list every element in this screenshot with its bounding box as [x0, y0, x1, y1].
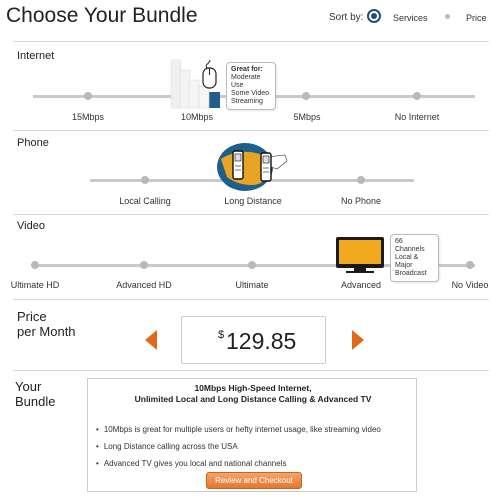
sort-option-price[interactable]: Price	[466, 13, 487, 23]
bundle-label-line: Your	[15, 379, 42, 394]
video-option-dot[interactable]	[466, 261, 474, 269]
internet-option-dot[interactable]	[84, 92, 92, 100]
tooltip-line: Some Video	[231, 90, 270, 97]
sort-option-services[interactable]: Services	[393, 13, 428, 23]
bundle-headline-line: Unlimited Local and Long Distance Callin…	[134, 394, 372, 404]
review-checkout-button[interactable]: Review and Checkout	[206, 472, 302, 489]
video-option-ultimate[interactable]: Ultimate	[207, 280, 297, 290]
divider	[13, 214, 489, 215]
video-option-none[interactable]: No Video	[425, 280, 500, 290]
tv-icon[interactable]	[334, 235, 386, 275]
price-display: $ 129.85	[181, 316, 326, 364]
sort-label: Sort by:	[329, 12, 364, 23]
sort-services-radio[interactable]	[367, 9, 381, 23]
bundle-label-line: Bundle	[15, 394, 56, 409]
internet-option-dot[interactable]	[302, 92, 310, 100]
video-option-dot[interactable]	[140, 261, 148, 269]
bundle-label: Your Bundle	[15, 379, 55, 409]
video-tooltip: 66 Channels Local & Major Broadcast	[390, 234, 439, 282]
internet-option-10mbps[interactable]: 10Mbps	[152, 112, 242, 122]
divider	[13, 41, 489, 42]
bundle-headline-line: 10Mbps High-Speed Internet,	[194, 383, 312, 393]
bundle-features-list: 10Mbps is great for multiple users or he…	[96, 421, 381, 472]
tooltip-line: Moderate Use	[231, 74, 261, 89]
tooltip-line: Broadcast	[395, 270, 427, 277]
video-option-dot[interactable]	[248, 261, 256, 269]
video-option-dot[interactable]	[31, 261, 39, 269]
phone-option-dot[interactable]	[141, 176, 149, 184]
internet-option-dot[interactable]	[413, 92, 421, 100]
tooltip-line: Local & Major	[395, 254, 419, 269]
sort-price-radio[interactable]	[445, 14, 450, 19]
internet-option-15mbps[interactable]: 15Mbps	[43, 112, 133, 122]
price-label-line: per Month	[17, 324, 76, 339]
phone-option-local[interactable]: Local Calling	[100, 196, 190, 206]
price-next-arrow-icon[interactable]	[352, 330, 364, 350]
video-option-advanced[interactable]: Advanced	[316, 280, 406, 290]
bundle-summary: 10Mbps High-Speed Internet, Unlimited Lo…	[87, 378, 417, 492]
internet-label: Internet	[17, 50, 55, 62]
list-item: 10Mbps is great for multiple users or he…	[96, 421, 381, 438]
phone-globe-icon[interactable]	[215, 141, 290, 193]
list-item: Long Distance calling across the USA	[96, 438, 381, 455]
list-item: Advanced TV gives you local and national…	[96, 455, 381, 472]
mouse-icon	[202, 60, 217, 89]
price-label: Price per Month	[17, 309, 76, 339]
tooltip-line: Streaming	[231, 98, 263, 105]
bundle-headline: 10Mbps High-Speed Internet, Unlimited Lo…	[88, 383, 418, 405]
phone-option-none[interactable]: No Phone	[316, 196, 406, 206]
price-label-line: Price	[17, 309, 47, 324]
page-title: Choose Your Bundle	[6, 4, 198, 27]
divider	[13, 370, 489, 371]
divider	[13, 130, 489, 131]
price-value: 129.85	[226, 328, 297, 354]
phone-label: Phone	[17, 137, 49, 149]
price-prev-arrow-icon[interactable]	[145, 330, 157, 350]
tooltip-title: Great for:	[231, 66, 263, 73]
divider	[13, 299, 489, 300]
video-option-ultimate-hd[interactable]: Ultimate HD	[0, 280, 80, 290]
internet-option-none[interactable]: No Internet	[372, 112, 462, 122]
tooltip-line: 66 Channels	[395, 238, 425, 253]
price-currency: $	[218, 329, 225, 341]
video-option-advanced-hd[interactable]: Advanced HD	[99, 280, 189, 290]
phone-option-long-distance[interactable]: Long Distance	[208, 196, 298, 206]
video-label: Video	[17, 220, 45, 232]
internet-option-5mbps[interactable]: 5Mbps	[262, 112, 352, 122]
internet-tooltip: Great for: Moderate Use Some Video Strea…	[226, 62, 276, 110]
phone-option-dot[interactable]	[357, 176, 365, 184]
